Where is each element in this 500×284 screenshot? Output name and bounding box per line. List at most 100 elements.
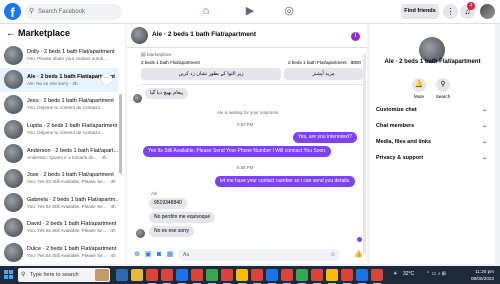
windows-taskbar: ⚲ Type here to search ☀ 32°C ⌃ ▭ ♪ ⊞ 11:… [0,266,500,284]
sidebar-header: ← Marketplace [0,24,125,42]
mute-bell-icon[interactable]: 🔔 [412,78,426,92]
more-options-icon[interactable]: ··· [101,73,112,85]
incoming-message: 9519348840 [149,198,187,209]
chevron-down-icon: ⌄ [481,155,487,161]
conversation-item[interactable]: Lupita · 2 beds 1 bath Flat/apartment Yo… [0,117,118,142]
chat-scrollbar[interactable] [363,54,366,254]
info-icon[interactable]: i [351,32,360,41]
chrome-icon[interactable] [281,269,293,284]
facebook-logo[interactable]: f [4,3,21,20]
conversation-item[interactable]: Jose · 2 beds 1 bath Flat/apartment You:… [0,166,118,191]
avatar [4,217,23,237]
chat-avatar[interactable] [131,27,148,44]
listing-title[interactable]: 2 beds 1 bath Flat/apartment [141,60,200,65]
like-icon[interactable]: 👍 [354,251,363,259]
marketplace-sidebar: ← Marketplace Dolly · 2 beds 1 bath Flat… [0,24,125,264]
chevron-down-icon: ⌄ [481,107,487,113]
windows-start-icon[interactable] [4,270,14,280]
taskbar-search-placeholder: Type here to search [30,272,79,278]
media-files-links-row[interactable]: Media, files and links ⌄ [376,135,489,149]
seen-indicator [357,237,362,242]
search-facebook-input[interactable]: ⚲ Search Facebook [25,4,122,20]
conversation-item[interactable]: Dulce · 2 beds 1 bath Flat/apartment You… [0,240,118,264]
avatar [4,168,23,188]
timestamp: 6:53 PM [237,122,254,127]
file-explorer-icon[interactable] [131,269,143,281]
conversation-preview: You: Yes Its Still Available, Please Se.… [27,228,116,234]
conversation-name: David · 2 beds 1 bath Flat/apartment [27,221,117,228]
weather-icon[interactable]: ☀ [393,271,397,277]
shop-icon: ▤ [141,52,146,58]
watch-nav-icon[interactable]: ▶ [243,4,257,18]
conversation-item[interactable]: Anderson · 2 beds 1 bath Flat/apart... A… [0,141,118,166]
conversation-name: Dolly · 2 beds 1 bath Flat/apartment [27,49,115,56]
system-tray-icons[interactable]: ⌃ ▭ ♪ ⊞ [426,271,446,277]
find-friends-button[interactable]: Find friends [401,4,439,19]
conversation-item[interactable]: Dolly · 2 beds 1 bath Flat/apartment You… [0,43,118,68]
task-view-icon[interactable] [116,269,128,281]
sticker-icon[interactable]: ◙ [155,251,163,259]
message-input[interactable]: Aa ☺ [178,249,340,261]
chrome-icon[interactable] [311,269,323,284]
camera-icon[interactable]: ▣ [144,251,152,259]
search-icon[interactable]: ⚲ [436,78,450,92]
privacy-support-row[interactable]: Privacy & support ⌄ [376,151,489,165]
conversation-preview: You: Please share your contact numb... [27,56,108,62]
avatar [4,45,23,65]
conversation-preview: You: Yes Its Still Available, Please Se.… [27,179,116,185]
chrome-icon[interactable] [236,269,248,284]
notification-badge: 4 [467,2,475,10]
sidebar-scrollbar[interactable] [119,94,122,174]
message-placeholder: Aa [183,252,190,258]
chrome-icon[interactable] [251,269,263,284]
taskbar-clock[interactable]: 11:20 pm 08/05/2023 [466,268,494,282]
conversation-name: Lupita · 2 beds 1 bath Flat/apartment [27,123,118,130]
chrome-icon[interactable] [266,269,278,284]
chrome-icon[interactable] [326,269,338,284]
customize-chat-row[interactable]: Customize chat ⌄ [376,103,489,117]
more-options-button[interactable]: مزید آپشنز [284,68,363,80]
mute-label: Mute [413,94,425,99]
chrome-icon[interactable] [221,269,233,284]
conversation-name: Dulce · 2 beds 1 bath Flat/apartment [27,246,117,253]
search-placeholder: Search Facebook [38,9,86,15]
groups-nav-icon[interactable]: ◎ [282,4,296,18]
account-avatar[interactable] [480,4,495,19]
add-icon[interactable]: ⊕ [133,251,141,259]
home-nav-icon[interactable]: ⌂ [199,4,213,18]
chrome-icon[interactable] [161,269,173,284]
chrome-icon[interactable] [341,269,353,284]
temperature-label[interactable]: 32°C [403,271,414,277]
conversation-name: Gabriela · 2 beds 1 bath Flat/apartm... [27,196,118,203]
chat-header: Ale · 2 beds 1 bath Flat/apartment i [127,24,367,48]
search-icon: ⚲ [29,8,35,15]
chrome-icon[interactable] [176,269,188,284]
mark-pending-button[interactable]: زیر التوا کے بطور نشان زد کریں [141,68,281,80]
chrome-icon[interactable] [356,269,368,284]
avatar [4,119,23,139]
conversation-item-selected[interactable]: Ale · 2 beds 1 bath Flat/apartment Ale: … [0,67,118,93]
menu-grid-icon[interactable]: ⋮ [443,4,458,19]
conversation-item[interactable]: Jesu · 2 beds 1 bath Flat/apartment You:… [0,92,118,117]
chat-title[interactable]: Ale · 2 beds 1 bath Flat/apartment [152,31,256,38]
chat-members-row[interactable]: Chat members ⌄ [376,119,489,133]
taskbar-animal-icon[interactable] [95,269,109,281]
avatar [4,242,23,262]
emoji-icon[interactable]: ☺ [330,249,336,261]
conversation-item[interactable]: Gabriela · 2 beds 1 bath Flat/apartm... … [0,191,118,216]
chevron-down-icon: ⌄ [481,123,487,129]
message-composer: ⊕ ▣ ◙ ▦ Aa ☺ 👍 [127,246,367,264]
chrome-icon[interactable] [371,269,383,284]
avatar [4,70,23,90]
chrome-icon[interactable] [206,269,218,284]
listing-divider [141,84,363,85]
chrome-icon[interactable] [146,269,158,284]
outgoing-message: let me have your contact number so i can… [215,176,356,187]
chevron-down-icon: ⌄ [481,139,487,145]
outgoing-message: Yes Its Still Available, Please Send You… [143,146,332,157]
back-arrow-icon[interactable]: ← [6,28,18,39]
chrome-icon[interactable] [296,269,308,284]
gif-icon[interactable]: ▦ [166,251,174,259]
conversation-item[interactable]: David · 2 beds 1 bath Flat/apartment You… [0,215,118,240]
chrome-icon[interactable] [191,269,203,284]
